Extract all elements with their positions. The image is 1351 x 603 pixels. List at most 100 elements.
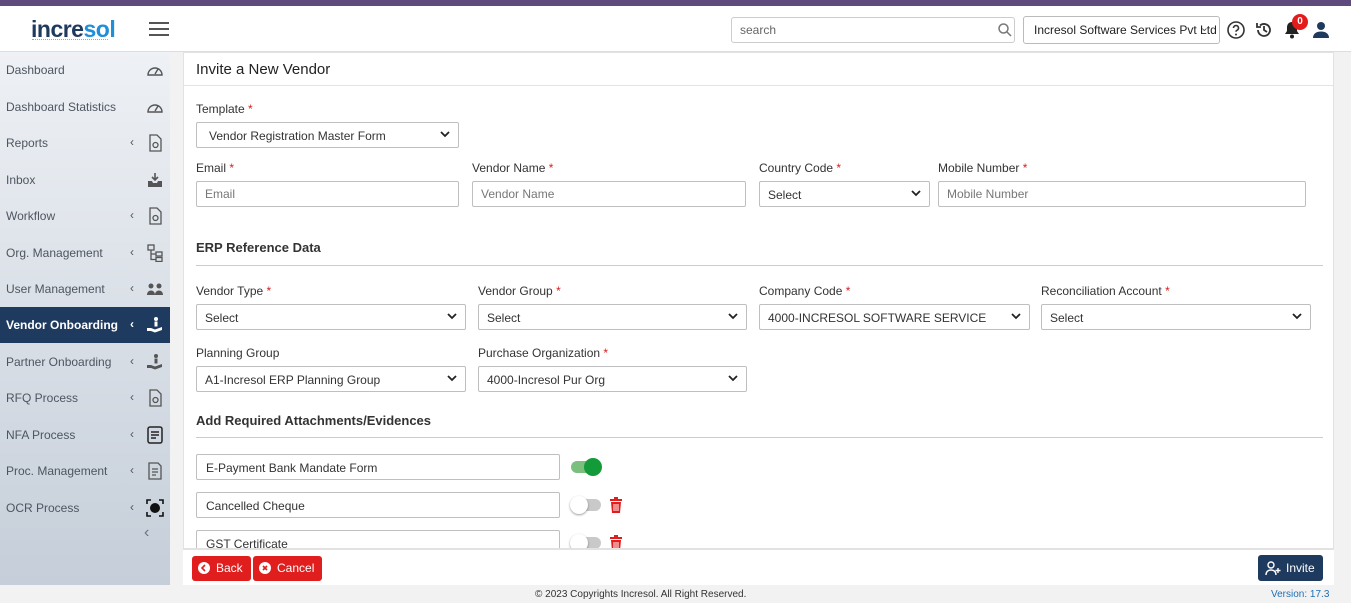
sidebar-item-label: NFA Process bbox=[6, 428, 76, 442]
required-asterisk: * bbox=[1022, 161, 1028, 175]
country-code-select[interactable]: Select bbox=[759, 181, 930, 207]
sidebar-item-user-management[interactable]: User Management ‹ bbox=[0, 271, 170, 307]
search-icon[interactable] bbox=[997, 22, 1013, 38]
template-select[interactable]: Vendor Registration Master Form bbox=[196, 122, 459, 148]
reconciliation-account-label-text: Reconciliation Account bbox=[1041, 284, 1162, 298]
purchase-organization-select[interactable]: 4000-Incresol Pur Org bbox=[478, 366, 747, 392]
vendor-group-label: Vendor Group * bbox=[478, 284, 561, 298]
sidebar-item-nfa-process[interactable]: NFA Process ‹ bbox=[0, 417, 170, 453]
org-tree-icon bbox=[147, 244, 163, 262]
chevron-left-icon: ‹ bbox=[130, 463, 134, 477]
attachment-toggle-off[interactable] bbox=[570, 496, 601, 514]
vendor-name-label: Vendor Name * bbox=[472, 161, 553, 175]
nfa-list-icon bbox=[147, 426, 163, 444]
erp-section-title: ERP Reference Data bbox=[196, 240, 321, 255]
copyright-text: © 2023 Copyrights Incresol. All Right Re… bbox=[535, 589, 747, 600]
sidebar-item-proc-management[interactable]: Proc. Management ‹ bbox=[0, 453, 170, 489]
sidebar-item-label: Org. Management bbox=[6, 246, 103, 260]
trash-icon[interactable] bbox=[609, 497, 623, 513]
country-code-label-text: Country Code bbox=[759, 161, 834, 175]
email-field[interactable] bbox=[196, 181, 459, 207]
attachment-name-field[interactable]: GST Certificate bbox=[196, 530, 560, 548]
template-select-value: Vendor Registration Master Form bbox=[209, 129, 386, 143]
sidebar: Dashboard Dashboard Statistics Reports ‹… bbox=[0, 52, 170, 585]
help-icon[interactable] bbox=[1226, 20, 1246, 40]
report-file-icon bbox=[149, 134, 162, 152]
mobile-number-field[interactable] bbox=[938, 181, 1306, 207]
sidebar-item-dashboard-statistics[interactable]: Dashboard Statistics bbox=[0, 89, 170, 125]
dashboard-gauge-icon bbox=[147, 67, 163, 76]
sidebar-item-rfq-process[interactable]: RFQ Process ‹ bbox=[0, 380, 170, 416]
chevron-down-icon bbox=[440, 131, 450, 138]
required-asterisk: * bbox=[248, 102, 253, 116]
reconciliation-account-select-value: Select bbox=[1050, 311, 1084, 325]
vendor-name-label-text: Vendor Name bbox=[472, 161, 546, 175]
user-profile-icon[interactable] bbox=[1311, 20, 1331, 40]
sidebar-item-org-management[interactable]: Org. Management ‹ bbox=[0, 235, 170, 271]
action-bar: Back Cancel Invite bbox=[183, 549, 1334, 585]
template-label: Template * bbox=[196, 102, 253, 116]
sidebar-item-dashboard[interactable]: Dashboard bbox=[0, 52, 170, 88]
sidebar-item-label: Dashboard bbox=[6, 63, 65, 77]
hamburger-menu-icon[interactable] bbox=[149, 22, 169, 37]
user-group-icon bbox=[147, 283, 163, 295]
history-icon[interactable] bbox=[1254, 20, 1274, 40]
main-content: Invite a New Vendor Template * Vendor Re… bbox=[183, 52, 1334, 549]
add-user-icon bbox=[1265, 561, 1281, 576]
attachment-toggle-on[interactable] bbox=[571, 458, 602, 476]
invite-button[interactable]: Invite bbox=[1258, 555, 1323, 581]
attachment-name-field[interactable]: E-Payment Bank Mandate Form bbox=[196, 454, 560, 480]
section-divider bbox=[196, 265, 1323, 266]
attachments-section-title: Add Required Attachments/Evidences bbox=[196, 413, 432, 428]
sidebar-item-label: Vendor Onboarding bbox=[6, 318, 119, 332]
sidebar-collapse-icon[interactable]: ‹ bbox=[144, 524, 149, 542]
company-code-label: Company Code * bbox=[759, 284, 850, 298]
cancel-label: Cancel bbox=[277, 561, 315, 575]
sidebar-item-partner-onboarding[interactable]: Partner Onboarding ‹ bbox=[0, 344, 170, 380]
attachment-toggle-off[interactable] bbox=[570, 534, 601, 548]
chevron-down-icon bbox=[1011, 313, 1021, 320]
logo-tagline-rule bbox=[32, 39, 108, 42]
sidebar-item-reports[interactable]: Reports ‹ bbox=[0, 125, 170, 161]
invite-label: Invite bbox=[1286, 561, 1315, 575]
search-input[interactable] bbox=[731, 17, 1015, 43]
planning-group-select-value: A1-Incresol ERP Planning Group bbox=[205, 373, 381, 387]
close-circle-icon bbox=[259, 562, 271, 574]
chevron-down-icon: ⌄ bbox=[1199, 22, 1209, 34]
back-button[interactable]: Back bbox=[192, 556, 251, 581]
purchase-organization-label-text: Purchase Organization bbox=[478, 346, 601, 360]
sidebar-item-ocr-process[interactable]: OCR Process ‹ bbox=[0, 490, 170, 526]
vendor-group-label-text: Vendor Group bbox=[478, 284, 553, 298]
required-asterisk: * bbox=[556, 284, 561, 298]
sidebar-item-inbox[interactable]: Inbox bbox=[0, 162, 170, 198]
chevron-left-icon: ‹ bbox=[130, 245, 134, 259]
workflow-file-icon bbox=[149, 207, 162, 225]
inbox-tray-icon bbox=[148, 173, 162, 187]
back-label: Back bbox=[216, 561, 243, 575]
chevron-down-icon bbox=[447, 375, 457, 382]
company-selector[interactable]: Incresol Software Services Pvt Ltd ⌄ bbox=[1023, 16, 1220, 44]
chevron-down-icon bbox=[728, 313, 738, 320]
toggle-knob bbox=[570, 496, 588, 514]
planning-group-select[interactable]: A1-Incresol ERP Planning Group bbox=[196, 366, 466, 392]
attachment-name-field[interactable]: Cancelled Cheque bbox=[196, 492, 560, 518]
required-asterisk: * bbox=[836, 161, 842, 175]
country-code-label: Country Code * bbox=[759, 161, 841, 175]
toggle-knob bbox=[570, 534, 588, 548]
toggle-knob bbox=[584, 458, 602, 476]
trash-icon[interactable] bbox=[609, 535, 623, 549]
sidebar-item-vendor-onboarding[interactable]: Vendor Onboarding ‹ bbox=[0, 307, 170, 343]
company-code-select-value: 4000-INCRESOL SOFTWARE SERVICE bbox=[768, 311, 987, 325]
chevron-left-icon: ‹ bbox=[130, 500, 134, 514]
template-label-text: Template bbox=[196, 102, 245, 116]
cancel-button[interactable]: Cancel bbox=[253, 556, 323, 581]
chevron-down-icon bbox=[911, 190, 921, 197]
vendor-name-field[interactable] bbox=[472, 181, 746, 207]
vendor-group-select[interactable]: Select bbox=[478, 304, 747, 330]
vendor-type-select[interactable]: Select bbox=[196, 304, 466, 330]
sidebar-item-workflow[interactable]: Workflow ‹ bbox=[0, 198, 170, 234]
sidebar-item-label: Inbox bbox=[6, 173, 36, 187]
company-name: Incresol Software Services Pvt Ltd bbox=[1034, 23, 1217, 37]
reconciliation-account-select[interactable]: Select bbox=[1041, 304, 1311, 330]
company-code-select[interactable]: 4000-INCRESOL SOFTWARE SERVICE bbox=[759, 304, 1030, 330]
